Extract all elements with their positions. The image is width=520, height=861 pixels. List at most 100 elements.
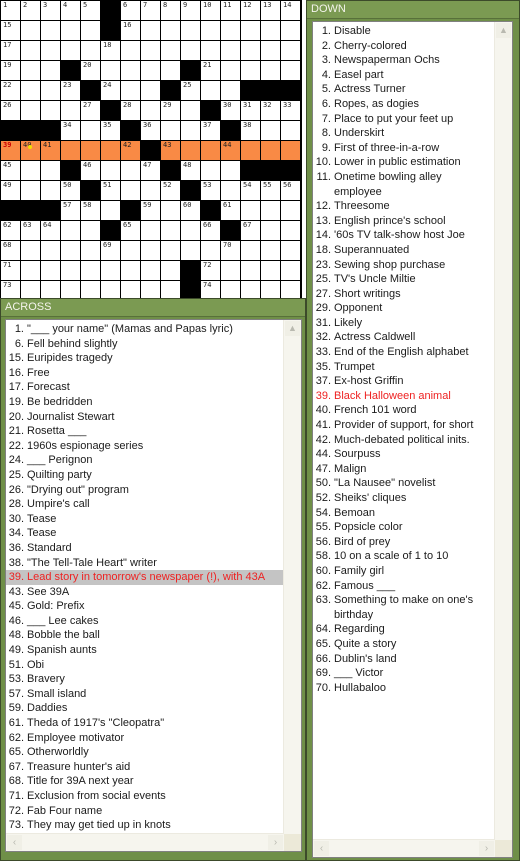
grid-cell[interactable]: 10 — [200, 0, 220, 20]
grid-cell[interactable] — [20, 60, 40, 80]
grid-cell[interactable] — [40, 260, 60, 280]
down-clue-item[interactable]: 25. TV's Uncle Miltie — [313, 272, 495, 287]
grid-cell[interactable] — [140, 180, 160, 200]
across-horizontal-scrollbar[interactable]: ‹ › — [6, 833, 284, 851]
across-clue-item[interactable]: 26. "Drying out" program — [6, 483, 284, 498]
grid-cell[interactable]: 43 — [160, 140, 180, 160]
grid-cell[interactable]: 63 — [20, 220, 40, 240]
scroll-up-arrow-icon[interactable]: ▲ — [496, 23, 511, 38]
grid-cell[interactable]: 47 — [140, 160, 160, 180]
down-clue-item[interactable]: 44. Sourpuss — [313, 447, 495, 462]
grid-cell[interactable] — [260, 20, 280, 40]
grid-cell[interactable] — [120, 260, 140, 280]
grid-cell[interactable]: 57 — [60, 200, 80, 220]
grid-cell[interactable]: 19 — [0, 60, 20, 80]
grid-cell[interactable] — [200, 160, 220, 180]
down-clue-item[interactable]: 7. Place to put your feet up — [313, 112, 495, 127]
across-clue-item[interactable]: 62. Employee motivator — [6, 731, 284, 746]
down-clue-item[interactable]: 9. First of three-in-a-row — [313, 141, 495, 156]
down-clue-item[interactable]: 55. Popsicle color — [313, 520, 495, 535]
grid-cell[interactable] — [160, 280, 180, 300]
across-clue-item[interactable]: 43. See 39A — [6, 585, 284, 600]
across-clue-item[interactable]: 15. Euripides tragedy — [6, 351, 284, 366]
grid-cell[interactable] — [260, 220, 280, 240]
grid-cell[interactable] — [140, 40, 160, 60]
grid-cell[interactable]: 70 — [220, 240, 240, 260]
grid-cell[interactable] — [260, 140, 280, 160]
grid-cell[interactable] — [60, 100, 80, 120]
across-clue-item[interactable]: 49. Spanish aunts — [6, 643, 284, 658]
grid-cell[interactable] — [220, 80, 240, 100]
grid-cell[interactable] — [200, 140, 220, 160]
grid-cell[interactable] — [60, 40, 80, 60]
down-clue-item[interactable]: 47. Malign — [313, 462, 495, 477]
grid-cell[interactable]: 6 — [120, 0, 140, 20]
grid-cell[interactable] — [80, 140, 100, 160]
down-vertical-scrollbar[interactable]: ▲ — [494, 22, 512, 840]
grid-cell[interactable] — [180, 240, 200, 260]
grid-cell[interactable] — [260, 280, 280, 300]
down-clue-item[interactable]: 23. Sewing shop purchase — [313, 258, 495, 273]
grid-cell[interactable] — [280, 40, 300, 60]
grid-cell[interactable]: 30 — [220, 100, 240, 120]
grid-cell[interactable] — [280, 260, 300, 280]
grid-cell[interactable] — [140, 220, 160, 240]
grid-cell[interactable]: 71 — [0, 260, 20, 280]
grid-cell[interactable]: 64 — [40, 220, 60, 240]
down-clue-item[interactable]: 37. Ex-host Griffin — [313, 374, 495, 389]
grid-cell[interactable]: 66 — [200, 220, 220, 240]
scroll-right-arrow-icon[interactable]: › — [268, 835, 283, 850]
down-clue-item[interactable]: 54. Bemoan — [313, 506, 495, 521]
grid-cell[interactable] — [180, 20, 200, 40]
across-clue-item[interactable]: 67. Treasure hunter's aid — [6, 760, 284, 775]
grid-cell[interactable] — [20, 20, 40, 40]
down-clue-item[interactable]: 41. Provider of support, for short — [313, 418, 495, 433]
down-clue-item[interactable]: 18. Superannuated — [313, 243, 495, 258]
down-clue-item[interactable]: 56. Bird of prey — [313, 535, 495, 550]
grid-cell[interactable] — [20, 40, 40, 60]
grid-cell[interactable]: 20 — [80, 60, 100, 80]
down-horizontal-scrollbar[interactable]: ‹ › — [313, 839, 495, 857]
down-clue-item[interactable]: 31. Likely — [313, 316, 495, 331]
grid-cell[interactable] — [40, 240, 60, 260]
grid-cell[interactable] — [140, 80, 160, 100]
grid-cell[interactable]: 73 — [0, 280, 20, 300]
grid-cell[interactable] — [240, 260, 260, 280]
grid-cell[interactable] — [20, 80, 40, 100]
grid-cell[interactable] — [40, 160, 60, 180]
grid-cell[interactable] — [40, 180, 60, 200]
down-clue-item[interactable]: 13. English prince's school — [313, 214, 495, 229]
grid-cell[interactable]: 37 — [200, 120, 220, 140]
across-clue-item[interactable]: 36. Standard — [6, 541, 284, 556]
grid-cell[interactable]: 62 — [0, 220, 20, 240]
grid-cell[interactable]: 17 — [0, 40, 20, 60]
grid-cell[interactable] — [280, 60, 300, 80]
down-clue-item[interactable]: 65. Quite a story — [313, 637, 495, 652]
grid-cell[interactable]: 23 — [60, 80, 80, 100]
down-clue-item[interactable]: 40. French 101 word — [313, 403, 495, 418]
grid-cell[interactable] — [80, 120, 100, 140]
down-clue-list[interactable]: 1. Disable 2. Cherry-colored 3. Newspaperman … — [313, 22, 495, 857]
down-clue-item[interactable]: 6. Ropes, as dogies — [313, 97, 495, 112]
grid-cell[interactable] — [60, 280, 80, 300]
across-clue-item[interactable]: 22. 1960s espionage series — [6, 439, 284, 454]
grid-cell[interactable] — [280, 120, 300, 140]
grid-cell[interactable] — [240, 20, 260, 40]
grid-cell[interactable]: 22 — [0, 80, 20, 100]
grid-cell[interactable] — [240, 200, 260, 220]
grid-cell[interactable]: 34 — [60, 120, 80, 140]
across-clue-item[interactable]: 21. Rosetta ___ — [6, 424, 284, 439]
grid-cell[interactable] — [20, 240, 40, 260]
grid-cell[interactable] — [120, 180, 140, 200]
grid-cell[interactable]: 53 — [200, 180, 220, 200]
grid-cell[interactable] — [40, 280, 60, 300]
grid-cell[interactable] — [20, 160, 40, 180]
grid-cell[interactable]: 26 — [0, 100, 20, 120]
grid-cell[interactable] — [180, 120, 200, 140]
grid-cell[interactable]: 24 — [100, 80, 120, 100]
grid-cell[interactable] — [280, 20, 300, 40]
across-clue-item[interactable]: 38. "The Tell-Tale Heart" writer — [6, 556, 284, 571]
grid-cell[interactable]: 55 — [260, 180, 280, 200]
grid-cell[interactable]: 27 — [80, 100, 100, 120]
grid-cell[interactable] — [220, 20, 240, 40]
